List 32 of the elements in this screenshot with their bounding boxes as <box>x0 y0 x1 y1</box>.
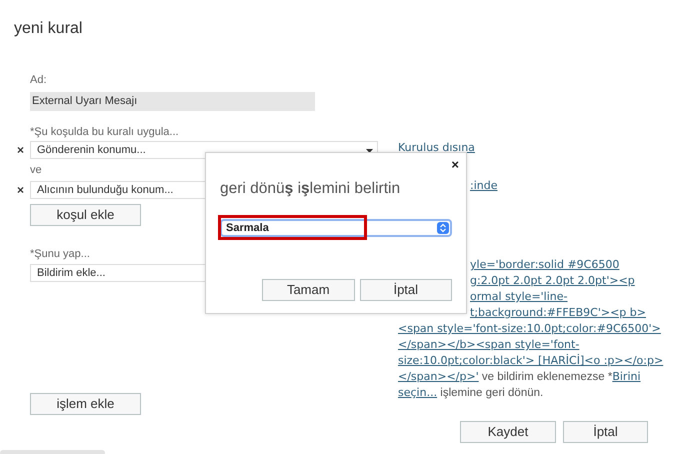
field-label: Ad: <box>30 73 48 88</box>
close-button[interactable]: × <box>451 155 459 174</box>
condition-link[interactable]: :inde <box>470 179 498 192</box>
link[interactable]: </span></p>' <box>398 370 479 383</box>
link[interactable]: seçin... <box>398 386 438 399</box>
link[interactable]: t;background:#FFEB9C'><p b> <box>470 306 646 319</box>
remove-icon[interactable]: × <box>17 141 24 159</box>
description-text: ve bildirim eklenemezse * <box>480 371 612 383</box>
save-button[interactable]: Kaydet <box>460 421 556 443</box>
dropdown-arrow-icon <box>366 149 373 153</box>
link[interactable]: </span></b><span style='font- <box>398 338 580 351</box>
stepper-icon <box>437 222 449 234</box>
remove-icon[interactable]: × <box>17 181 24 199</box>
link[interactable]: <span style='font-size:10.0pt;color:#9C6500'> <box>398 322 661 335</box>
select-field[interactable]: Sarmala <box>220 219 452 237</box>
section-label: *Şunu yap... <box>30 247 91 262</box>
ok-button[interactable]: Tamam <box>262 279 354 301</box>
link[interactable]: ormal style='line- <box>470 290 568 303</box>
link[interactable]: yle='border:solid #9C6500 <box>470 258 620 271</box>
name-field[interactable]: External Uyarı Mesajı <box>30 92 315 111</box>
cancel-button[interactable]: İptal <box>360 279 452 301</box>
link[interactable]: size:10.0pt;color:black'> [HARİCİ]<o :p></o:p> <box>398 354 664 367</box>
link[interactable]: g:2.0pt 2.0pt 2.0pt 2.0pt'><p <box>470 274 635 287</box>
condition-link[interactable]: Kurulus dısına <box>398 141 475 154</box>
add-condition-button[interactable]: koşul ekle <box>30 204 141 226</box>
joiner-text: ve <box>30 163 43 178</box>
add-action-button[interactable]: işlem ekle <box>30 393 141 415</box>
section-label: *Şu koşulda bu kuralı uygula... <box>30 125 180 140</box>
cancel-button[interactable]: İptal <box>563 421 648 443</box>
description-text: işlemine geri dönün. <box>439 387 544 399</box>
page-title: yeni kural <box>14 19 82 39</box>
link[interactable]: Birini <box>612 370 641 383</box>
